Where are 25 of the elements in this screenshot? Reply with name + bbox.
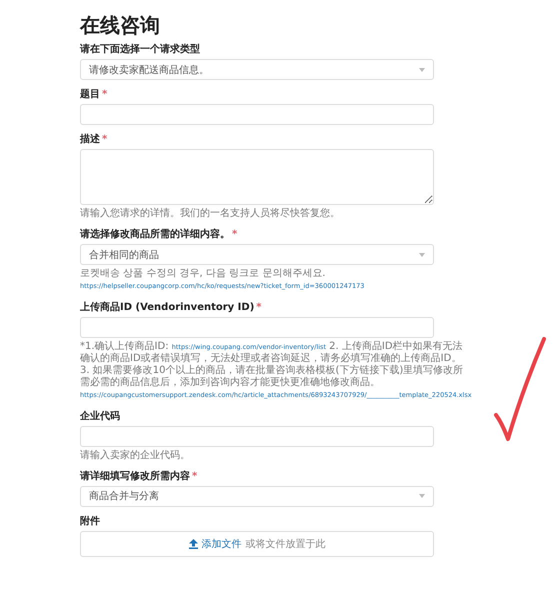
field-label: 题目 * xyxy=(80,88,108,101)
field-label: 请在下面选择一个请求类型 xyxy=(80,42,201,56)
input-field[interactable] xyxy=(80,104,434,125)
file-drop-zone[interactable]: 添加文件 或将文件放置于此 xyxy=(80,530,434,557)
text-area[interactable] xyxy=(80,149,434,205)
field-hint: 请输入您请求的详情。我们的一名支持人员将尽快答复您。 xyxy=(80,208,341,220)
caret-icon xyxy=(419,494,425,498)
field-hint: 请输入卖家的企业代码。 xyxy=(80,450,191,462)
add-file-link[interactable]: 添加文件 xyxy=(202,536,242,551)
upload-icon xyxy=(188,538,198,549)
field-label: 上传商品ID (Vendorinventory ID) * xyxy=(80,300,263,314)
page-title: 在线咨询 xyxy=(80,12,161,39)
dropdown[interactable]: 商品合并与分离 xyxy=(80,486,434,507)
input-field[interactable] xyxy=(80,316,434,338)
field-label: 附件 xyxy=(80,514,101,528)
field-label: 请选择修改商品所需的详细内容。 * xyxy=(80,227,238,242)
field-label: 描述 * xyxy=(80,132,108,146)
input-field[interactable] xyxy=(80,426,434,446)
dropdown[interactable]: 合并相同的商品 xyxy=(80,244,434,266)
caret-icon xyxy=(419,68,425,72)
field-label: 请详细填写修改所需内容 * xyxy=(80,469,198,483)
dropdown[interactable]: 请修改卖家配送商品信息。 xyxy=(80,59,434,80)
field-label: 企业代码 xyxy=(80,410,121,422)
caret-icon xyxy=(419,252,425,257)
drop-hint: 或将文件放置于此 xyxy=(246,538,326,551)
